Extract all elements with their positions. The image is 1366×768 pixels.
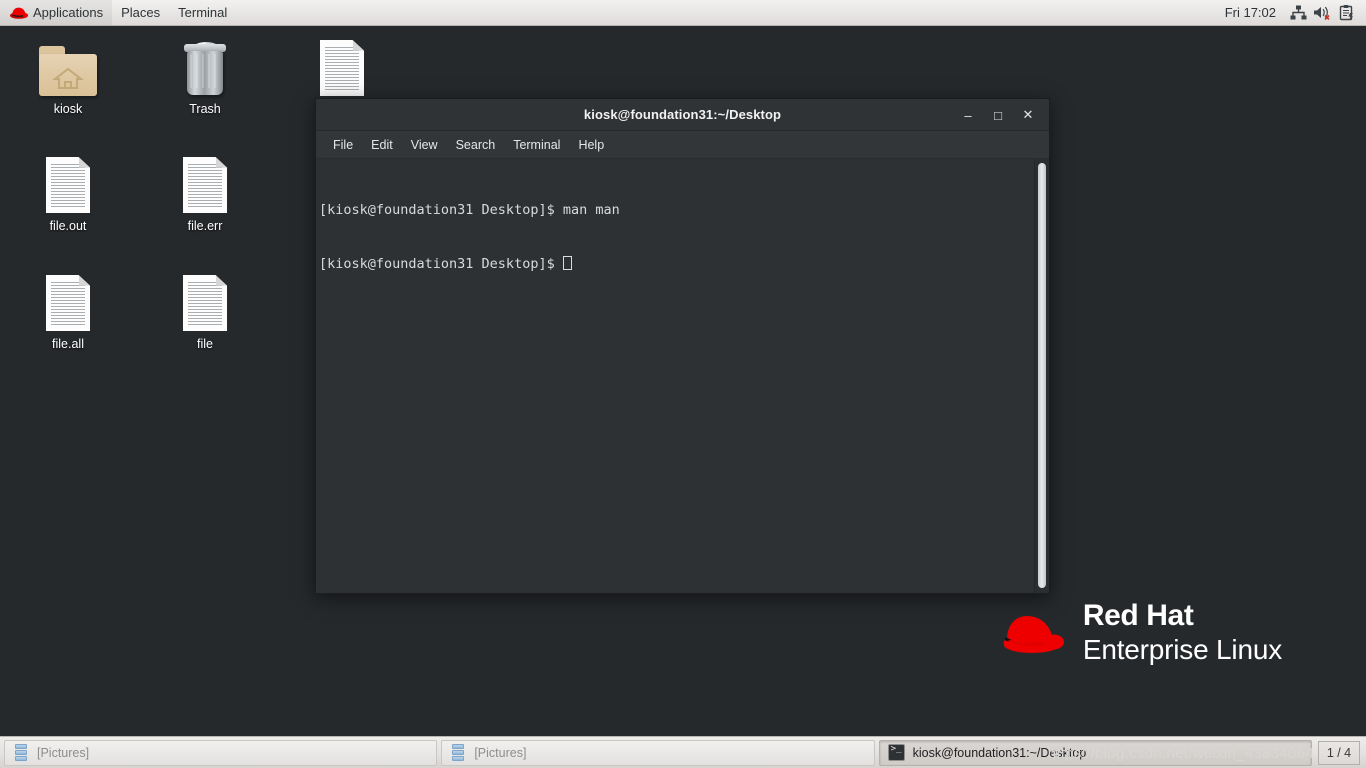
- places-menu-label: Places: [121, 5, 161, 20]
- drawer-icon: [450, 743, 466, 762]
- desktop-icon-file-err[interactable]: file.err: [150, 151, 260, 235]
- desktop-icon-file[interactable]: file: [150, 269, 260, 353]
- rhel-brand-logo: Red Hat Enterprise Linux: [1001, 601, 1282, 664]
- drawer-icon: [13, 743, 29, 762]
- taskbar: [Pictures] [Pictures] kiosk@foundation31…: [0, 736, 1366, 768]
- desktop-icon-label: file.err: [187, 219, 223, 233]
- document-icon: [13, 269, 123, 331]
- terminal-title: kiosk@foundation31:~/Desktop: [583, 107, 782, 122]
- volume-muted-icon[interactable]: [1310, 2, 1334, 24]
- taskbar-item-terminal[interactable]: kiosk@foundation31:~/Desktop: [878, 739, 1312, 766]
- terminal-scrollbar-thumb[interactable]: [1038, 163, 1046, 588]
- terminal-menu-label: Terminal: [178, 5, 228, 20]
- terminal-body[interactable]: [kiosk@foundation31 Desktop]$ man man [k…: [316, 159, 1049, 593]
- terminal-menu-view[interactable]: View: [402, 135, 447, 155]
- document-icon: [13, 151, 123, 213]
- desktop-icon-kiosk[interactable]: kiosk: [13, 34, 123, 118]
- taskbar-item-label: [Pictures]: [474, 745, 527, 760]
- close-button[interactable]: ✕: [1013, 102, 1043, 128]
- desktop-icon-file-out[interactable]: file.out: [13, 151, 123, 235]
- terminal-menu-edit[interactable]: Edit: [362, 135, 402, 155]
- logo-line-1: Red Hat: [1082, 599, 1194, 632]
- terminal-menu-search[interactable]: Search: [447, 135, 505, 155]
- home-folder-icon: [13, 34, 123, 96]
- logo-line-2: Enterprise Linux: [1082, 634, 1282, 665]
- terminal-window[interactable]: kiosk@foundation31:~/Desktop – □ ✕ File …: [315, 98, 1050, 594]
- taskbar-item-label: kiosk@foundation31:~/Desktop: [912, 745, 1087, 760]
- applications-menu-label: Applications: [33, 5, 104, 20]
- terminal-screen[interactable]: [kiosk@foundation31 Desktop]$ man man [k…: [316, 159, 1034, 593]
- taskbar-item-pictures-1[interactable]: [Pictures]: [4, 739, 438, 766]
- terminal-menu[interactable]: Terminal: [169, 0, 236, 25]
- minimize-button[interactable]: –: [953, 102, 983, 128]
- desktop-icon-label: Trash: [189, 102, 221, 116]
- top-panel-menus: Applications Places Terminal: [0, 0, 236, 25]
- desktop-icon-label: kiosk: [53, 102, 83, 116]
- desktop-icon-file-all[interactable]: file.all: [13, 269, 123, 353]
- places-menu[interactable]: Places: [112, 0, 169, 25]
- terminal-cursor: [562, 256, 572, 270]
- applications-menu[interactable]: Applications: [0, 0, 113, 25]
- terminal-line-prompt: [kiosk@foundation31 Desktop]$: [319, 255, 1030, 273]
- terminal-titlebar[interactable]: kiosk@foundation31:~/Desktop – □ ✕: [316, 99, 1049, 131]
- terminal-prompt-text: [kiosk@foundation31 Desktop]$: [319, 256, 563, 272]
- terminal-icon: [887, 744, 905, 761]
- document-icon: [287, 34, 397, 96]
- document-icon: [150, 269, 260, 331]
- desktop-icon-label: file.out: [49, 219, 87, 233]
- clock[interactable]: Fri 17:02: [1215, 5, 1286, 20]
- trash-icon: [150, 34, 260, 96]
- window-controls: – □ ✕: [953, 99, 1043, 131]
- taskbar-item-pictures-2[interactable]: [Pictures]: [441, 739, 875, 766]
- terminal-line: [kiosk@foundation31 Desktop]$ man man: [319, 202, 620, 218]
- terminal-scrollbar[interactable]: [1034, 159, 1049, 593]
- terminal-menubar: File Edit View Search Terminal Help: [316, 131, 1049, 159]
- desktop-icon-label: file: [197, 337, 213, 351]
- desktop-icon-trash[interactable]: Trash: [150, 34, 260, 118]
- document-icon: [150, 151, 260, 213]
- maximize-button[interactable]: □: [983, 102, 1013, 128]
- terminal-menu-terminal[interactable]: Terminal: [504, 135, 569, 155]
- top-panel: Applications Places Terminal Fri 17:02: [0, 0, 1366, 26]
- top-panel-status-area: Fri 17:02: [1215, 0, 1366, 25]
- redhat-fedora-icon: [9, 5, 29, 20]
- network-icon[interactable]: [1286, 2, 1310, 24]
- redhat-hat-icon: [1001, 610, 1067, 656]
- clipboard-icon[interactable]: [1334, 2, 1358, 24]
- terminal-menu-help[interactable]: Help: [569, 135, 613, 155]
- desktop-icon-label: file.all: [52, 337, 84, 351]
- workspace-switcher[interactable]: 1 / 4: [1317, 740, 1360, 765]
- terminal-menu-file[interactable]: File: [324, 135, 362, 155]
- taskbar-item-label: [Pictures]: [37, 745, 90, 760]
